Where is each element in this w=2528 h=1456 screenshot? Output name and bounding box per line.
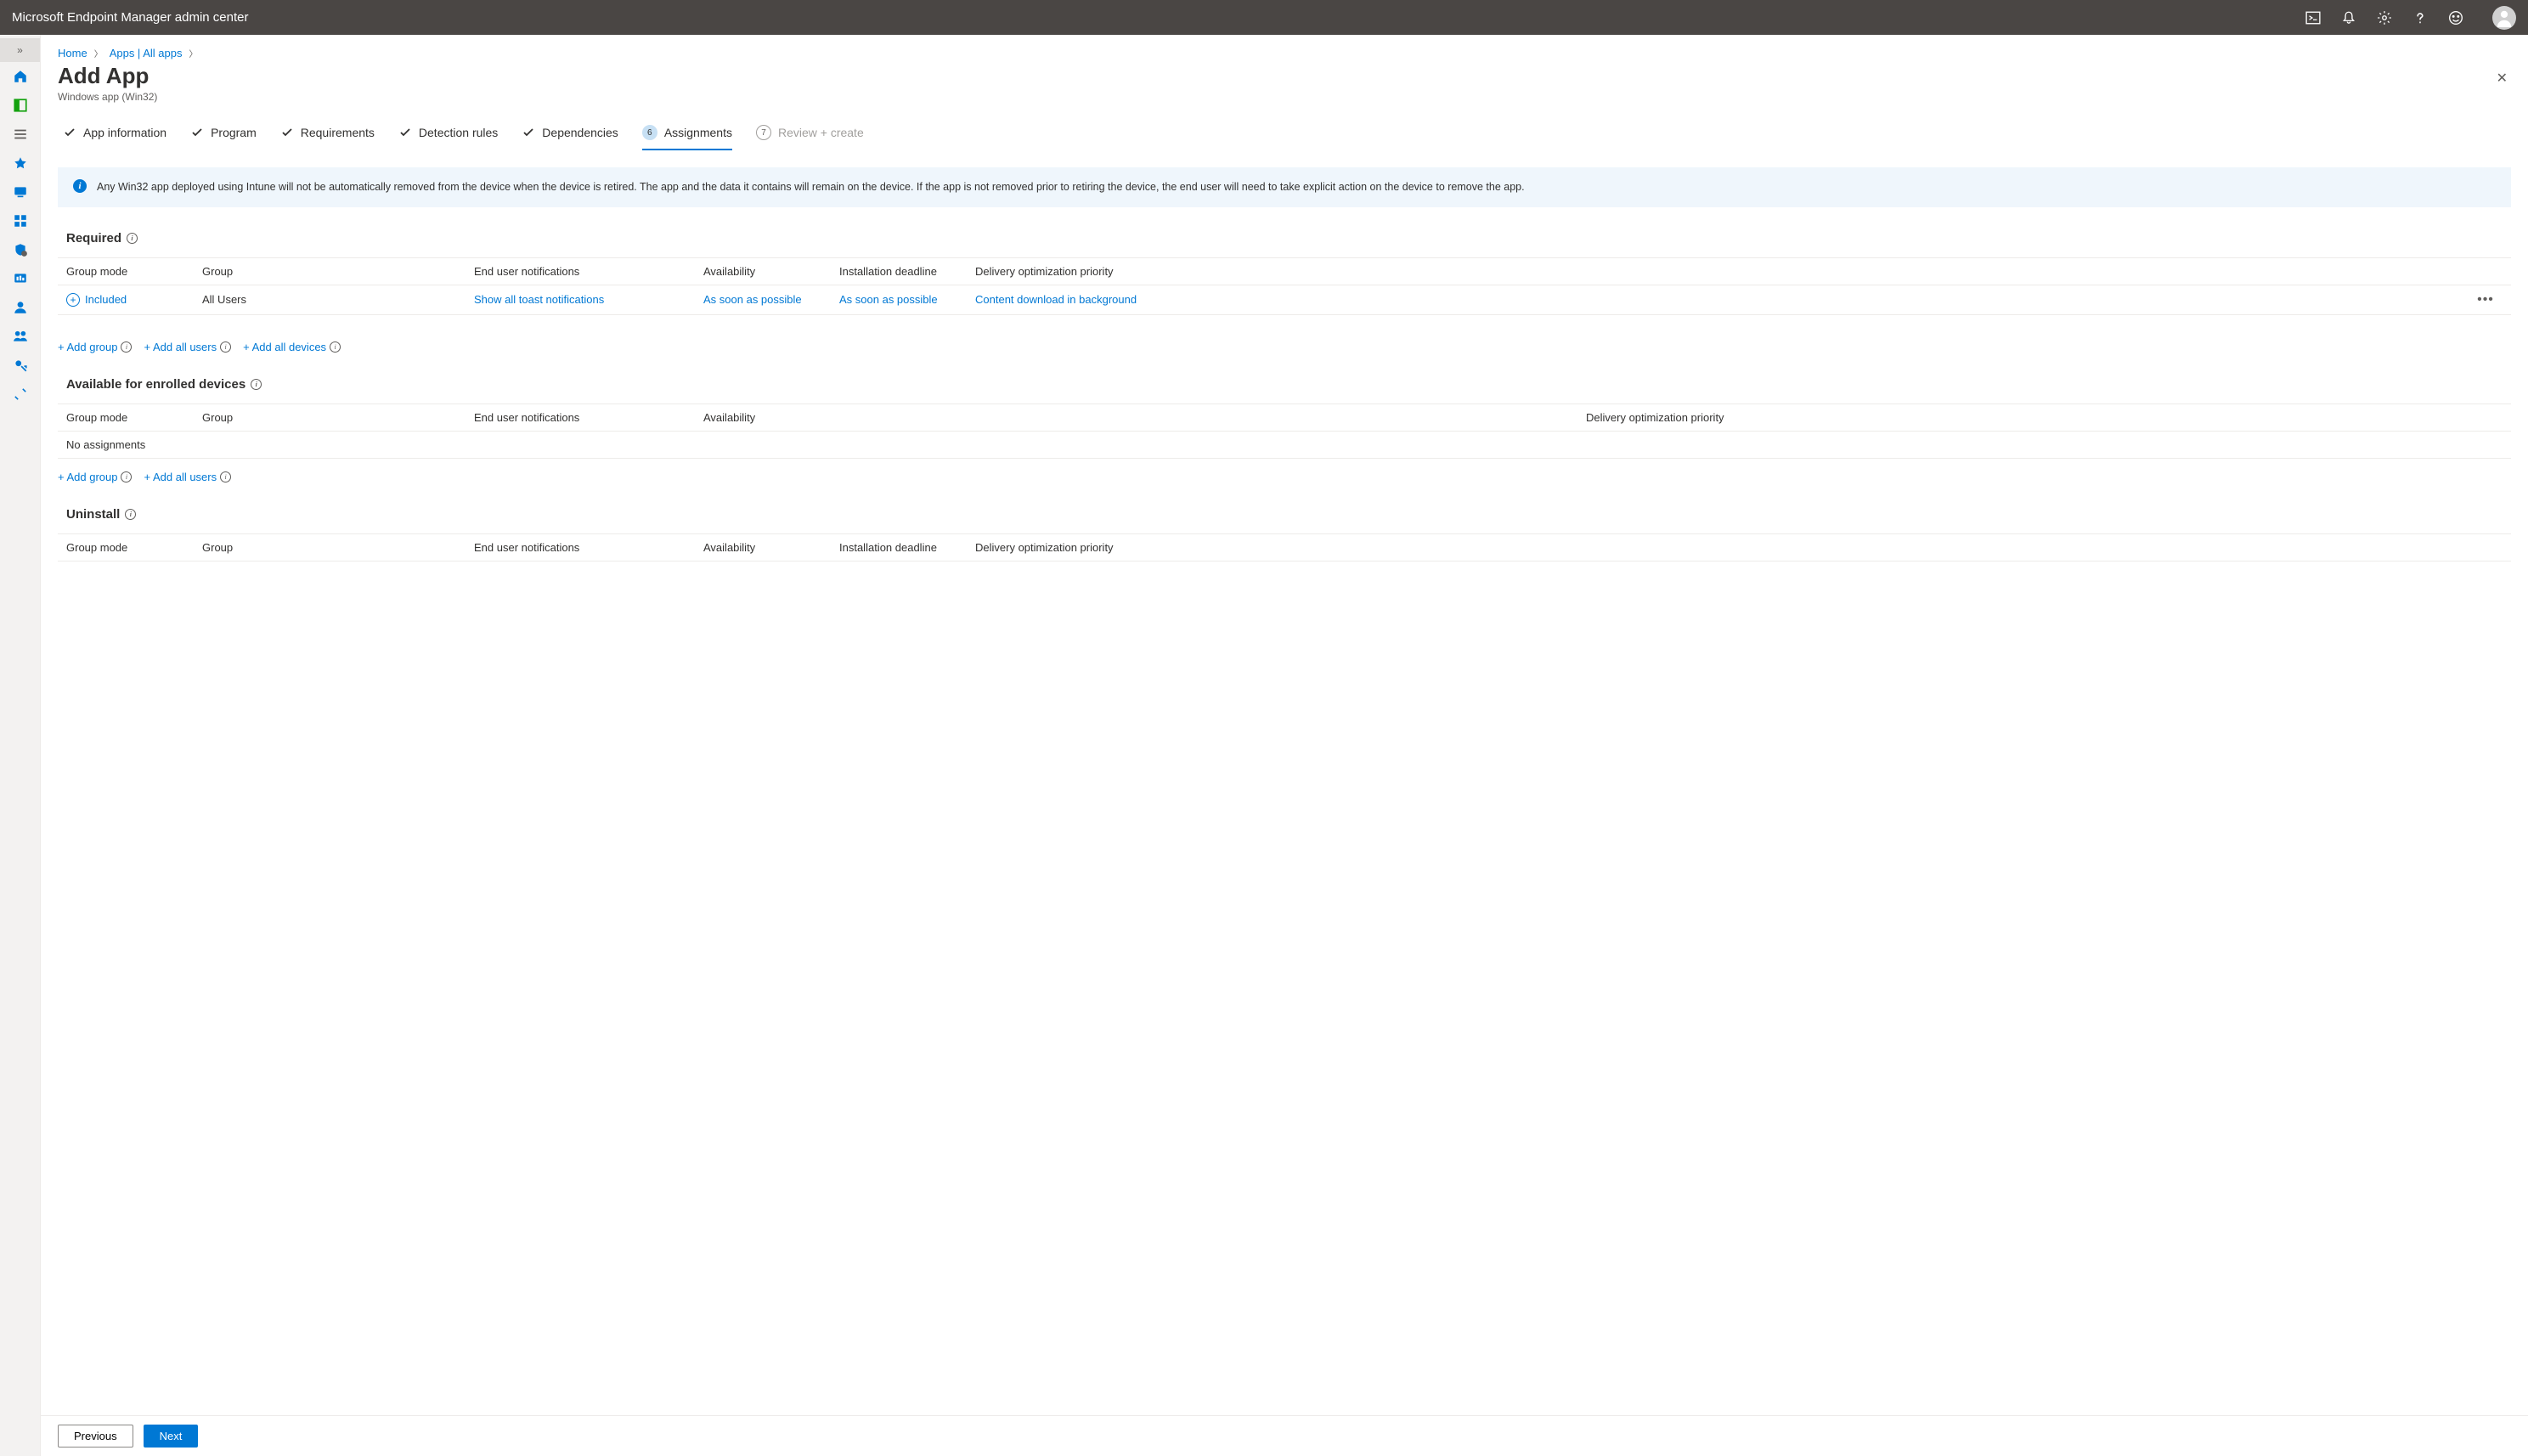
- page-title: Add App: [58, 63, 157, 89]
- nav-reports[interactable]: [0, 264, 40, 293]
- breadcrumb-apps[interactable]: Apps | All apps: [110, 47, 183, 59]
- info-icon[interactable]: i: [127, 233, 138, 244]
- nav-tenant-admin[interactable]: [0, 351, 40, 380]
- nav-dashboard[interactable]: [0, 91, 40, 120]
- step-detection-rules[interactable]: Detection rules: [398, 119, 498, 150]
- info-text: Any Win32 app deployed using Intune will…: [97, 179, 1525, 195]
- info-icon[interactable]: i: [125, 509, 136, 520]
- nav-groups[interactable]: [0, 322, 40, 351]
- left-nav: »: [0, 35, 41, 1456]
- step-review-create: 7Review + create: [756, 118, 864, 150]
- notifications-cell[interactable]: Show all toast notifications: [474, 293, 703, 306]
- step-program[interactable]: Program: [190, 119, 257, 150]
- nav-all-services[interactable]: [0, 120, 40, 149]
- cloud-shell-icon[interactable]: [2305, 10, 2321, 25]
- add-group-link[interactable]: + Add groupi: [58, 471, 132, 483]
- info-icon: i: [73, 179, 87, 193]
- nav-home[interactable]: [0, 62, 40, 91]
- info-icon: i: [121, 341, 132, 353]
- product-title: Microsoft Endpoint Manager admin center: [12, 10, 248, 25]
- close-button[interactable]: ✕: [2493, 66, 2511, 90]
- feedback-icon[interactable]: [2448, 10, 2463, 25]
- section-available-title: Available for enrolled devices: [66, 377, 245, 392]
- breadcrumb-home[interactable]: Home: [58, 47, 87, 59]
- add-all-users-link[interactable]: + Add all usersi: [144, 471, 231, 483]
- nav-favorites[interactable]: [0, 149, 40, 178]
- availability-cell[interactable]: As soon as possible: [703, 293, 839, 306]
- nav-users[interactable]: [0, 293, 40, 322]
- add-all-devices-link[interactable]: + Add all devicesi: [243, 341, 341, 353]
- info-banner: i Any Win32 app deployed using Intune wi…: [58, 167, 2511, 207]
- info-icon: i: [330, 341, 341, 353]
- section-uninstall: Uninstall i Group mode Group End user not…: [58, 507, 2511, 575]
- info-icon[interactable]: i: [251, 379, 262, 390]
- table-header: Group mode Group End user notifications …: [58, 404, 2511, 431]
- section-available: Available for enrolled devices i Group mo…: [58, 377, 2511, 483]
- add-all-users-link[interactable]: + Add all usersi: [144, 341, 231, 353]
- nav-apps[interactable]: [0, 206, 40, 235]
- topbar-actions: [2305, 6, 2516, 30]
- chevron-right-icon: 〉: [189, 47, 197, 59]
- priority-cell[interactable]: Content download in background: [975, 293, 2469, 306]
- chevron-right-icon: 〉: [94, 47, 103, 59]
- no-assignments-row: No assignments: [58, 431, 2511, 459]
- page-subtitle: Windows app (Win32): [58, 91, 157, 103]
- step-app-information[interactable]: App information: [63, 119, 166, 150]
- topbar: Microsoft Endpoint Manager admin center: [0, 0, 2528, 35]
- info-icon: i: [220, 471, 231, 483]
- nav-devices[interactable]: [0, 178, 40, 206]
- row-more-button[interactable]: •••: [2469, 292, 2503, 308]
- section-required-title: Required: [66, 231, 121, 245]
- plus-circle-icon: +: [66, 293, 80, 307]
- nav-expand-toggle[interactable]: »: [0, 38, 40, 62]
- add-group-link[interactable]: + Add groupi: [58, 341, 132, 353]
- main-content: Home 〉 Apps | All apps 〉 Add App Windows…: [41, 35, 2528, 1456]
- notifications-icon[interactable]: [2341, 10, 2356, 25]
- step-requirements[interactable]: Requirements: [280, 119, 375, 150]
- settings-icon[interactable]: [2377, 10, 2392, 25]
- avatar[interactable]: [2492, 6, 2516, 30]
- group-mode-cell[interactable]: +Included: [66, 293, 202, 307]
- info-icon: i: [220, 341, 231, 353]
- help-icon[interactable]: [2412, 10, 2428, 25]
- wizard-footer: Previous Next: [41, 1415, 2528, 1456]
- step-assignments[interactable]: 6Assignments: [642, 118, 732, 150]
- step-dependencies[interactable]: Dependencies: [522, 119, 618, 150]
- section-uninstall-title: Uninstall: [66, 507, 120, 522]
- table-header: Group mode Group End user notifications …: [58, 257, 2511, 285]
- deadline-cell[interactable]: As soon as possible: [839, 293, 975, 306]
- nav-endpoint-security[interactable]: [0, 235, 40, 264]
- nav-troubleshooting[interactable]: [0, 380, 40, 409]
- info-icon: i: [121, 471, 132, 483]
- section-required: Required i Group mode Group End user noti…: [58, 231, 2511, 353]
- table-row: +Included All Users Show all toast notif…: [58, 285, 2511, 314]
- group-cell: All Users: [202, 293, 474, 306]
- table-header: Group mode Group End user notifications …: [58, 533, 2511, 561]
- wizard-steps: App information Program Requirements Det…: [41, 118, 2528, 150]
- breadcrumb: Home 〉 Apps | All apps 〉: [41, 35, 2528, 63]
- previous-button[interactable]: Previous: [58, 1425, 133, 1448]
- next-button[interactable]: Next: [144, 1425, 199, 1448]
